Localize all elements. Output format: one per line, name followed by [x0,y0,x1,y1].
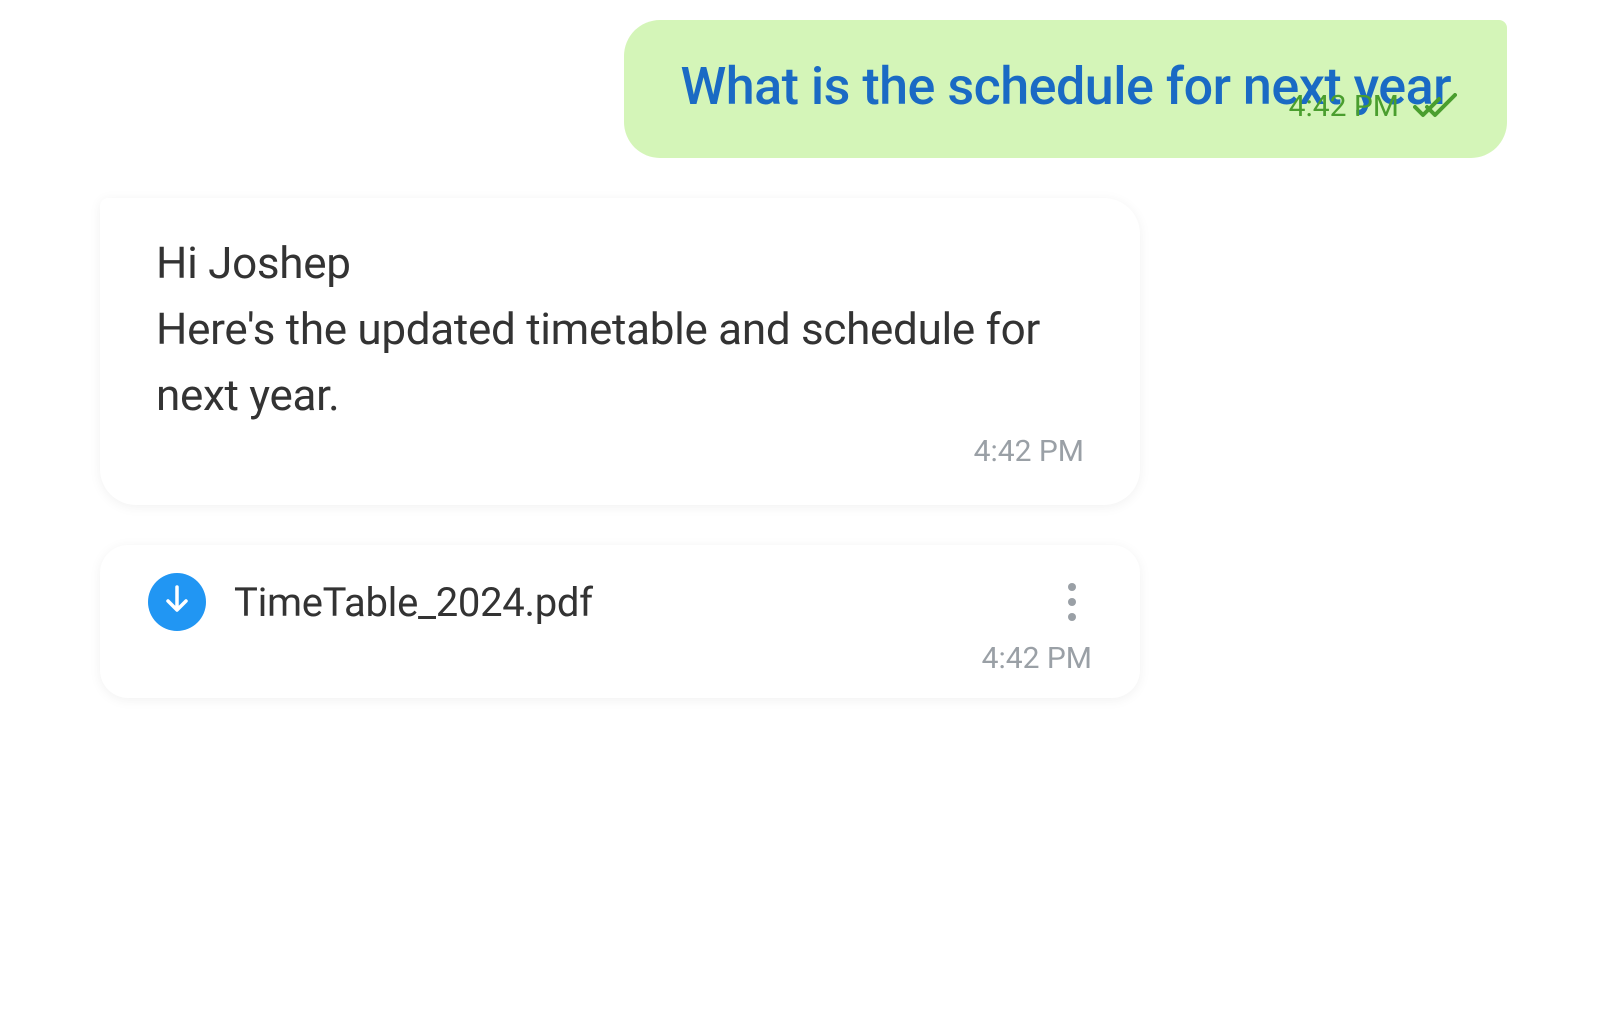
outgoing-meta: 4:42 PM [1289,89,1457,124]
message-row-incoming-text: Hi Joshep Here's the updated timetable a… [100,198,1507,505]
file-attachment-bubble[interactable]: TimeTable_2024.pdf 4:42 PM [100,545,1140,698]
more-options-button[interactable] [1052,582,1092,622]
download-button[interactable] [148,573,206,631]
double-check-icon [1413,93,1457,121]
incoming-timestamp: 4:42 PM [974,434,1084,469]
incoming-meta: 4:42 PM [156,434,1084,469]
outgoing-message-bubble[interactable]: What is the schedule for next year 4:42 … [624,20,1507,158]
chat-container: What is the schedule for next year 4:42 … [100,20,1507,1000]
file-timestamp: 4:42 PM [982,641,1092,676]
message-row-file: TimeTable_2024.pdf 4:42 PM [100,545,1507,698]
file-name: TimeTable_2024.pdf [234,579,1024,626]
download-arrow-icon [164,585,190,619]
message-row-outgoing: What is the schedule for next year 4:42 … [100,20,1507,158]
file-meta: 4:42 PM [148,641,1092,676]
incoming-message-bubble[interactable]: Hi Joshep Here's the updated timetable a… [100,198,1140,505]
file-row: TimeTable_2024.pdf [148,573,1092,631]
more-vertical-icon [1068,583,1076,621]
outgoing-timestamp: 4:42 PM [1289,89,1399,124]
incoming-message-text: Hi Joshep Here's the updated timetable a… [156,230,1084,428]
